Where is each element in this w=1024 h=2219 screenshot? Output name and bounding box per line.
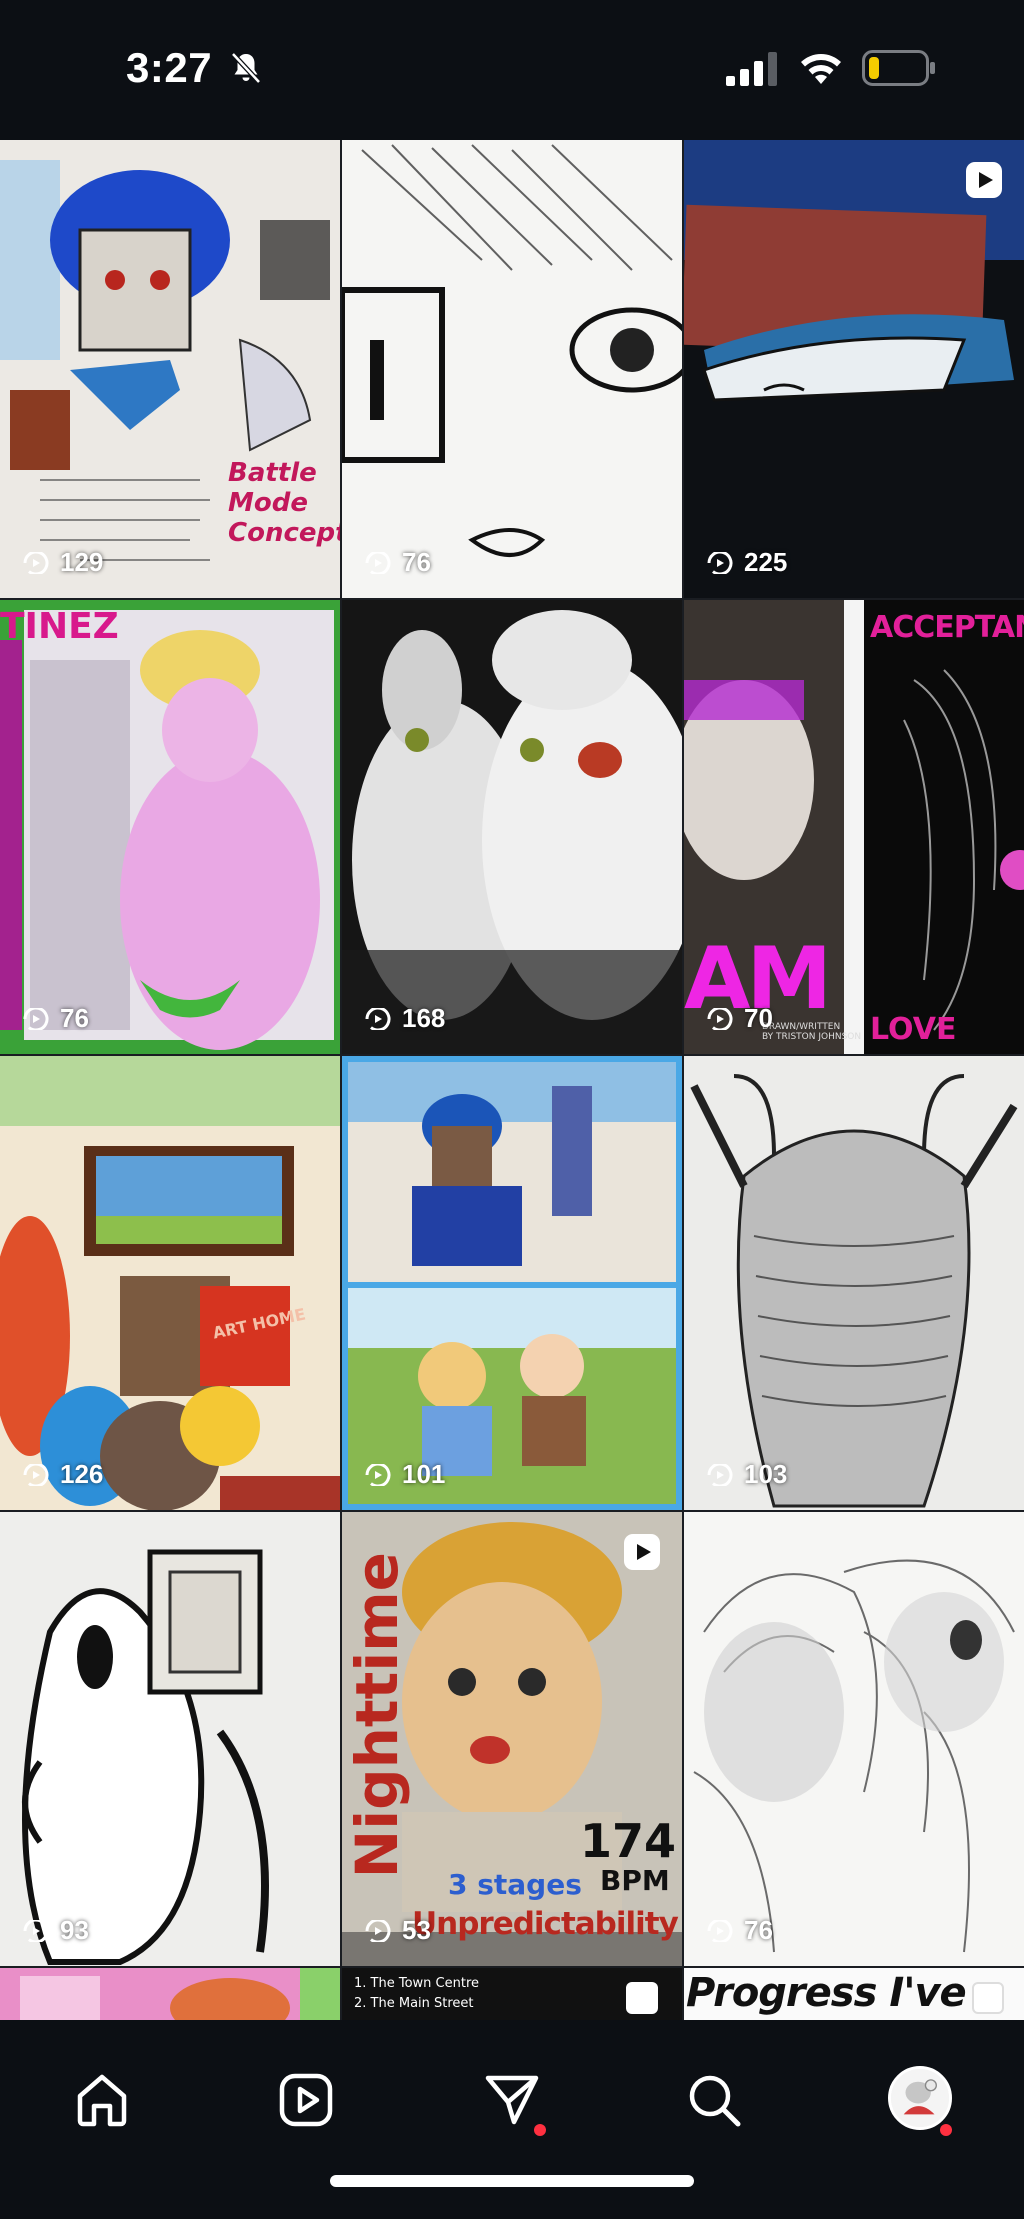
grid-post-15[interactable]: Progress I've xyxy=(684,1968,1024,2020)
reels-icon[interactable] xyxy=(274,2068,338,2132)
view-count: 126 xyxy=(22,1459,103,1490)
grid-post-11[interactable]: Nighttime 174 BPM 3 stages Unpredictabil… xyxy=(342,1512,682,1966)
view-count: 76 xyxy=(22,1003,89,1034)
grid-post-12[interactable]: 76 xyxy=(684,1512,1024,1966)
grid-post-2[interactable]: 76 xyxy=(342,140,682,598)
grid-post-3[interactable]: 225 xyxy=(684,140,1024,598)
view-count-label: 76 xyxy=(402,547,431,577)
view-count-label: 168 xyxy=(402,1003,446,1033)
post-11-stages: 3 stages xyxy=(448,1868,582,1901)
post-6-credit-line-2: BY TRISTON JOHNSON xyxy=(762,1032,862,1042)
post-10-artwork xyxy=(0,1512,340,1966)
post-4-title: TINEZ xyxy=(0,606,119,647)
view-count-label: 129 xyxy=(60,547,104,577)
play-count-icon xyxy=(365,1007,391,1030)
messages-notification-dot xyxy=(534,2124,546,2136)
reel-icon xyxy=(624,1534,660,1570)
play-count-icon xyxy=(707,1007,733,1030)
grid-post-4[interactable]: TINEZ 76 xyxy=(0,600,340,1054)
view-count-label: 53 xyxy=(402,1915,431,1945)
post-2-artwork xyxy=(342,140,682,598)
grid-post-5[interactable]: 168 xyxy=(342,600,682,1054)
home-indicator[interactable] xyxy=(330,2175,694,2187)
view-count: 168 xyxy=(364,1003,445,1034)
post-grid: Battle Mode Concept 129 76 225 TINEZ 76 … xyxy=(0,140,1024,2020)
view-count-label: 70 xyxy=(744,1003,773,1033)
reel-icon xyxy=(966,162,1002,198)
view-count-label: 103 xyxy=(744,1459,788,1489)
view-count: 76 xyxy=(706,1915,773,1946)
grid-post-9[interactable]: 103 xyxy=(684,1056,1024,1510)
view-count-label: 93 xyxy=(60,1915,89,1945)
post-14-list-item-2: 2. The Main Street xyxy=(354,1996,474,2011)
grid-post-10[interactable]: 93 xyxy=(0,1512,340,1966)
avatar-image xyxy=(891,2069,949,2127)
signal-icon xyxy=(726,52,777,86)
post-3-artwork xyxy=(684,140,1024,598)
play-count-icon xyxy=(365,1919,391,1942)
play-count-icon xyxy=(23,1463,49,1486)
post-5-artwork xyxy=(342,600,682,1054)
play-count-icon xyxy=(365,551,391,574)
play-count-icon xyxy=(707,551,733,574)
post-4-artwork xyxy=(0,600,340,1054)
view-count: 70 xyxy=(706,1003,773,1034)
view-count-label: 101 xyxy=(402,1459,446,1489)
status-time: 3:27 xyxy=(126,44,213,91)
play-count-icon xyxy=(365,1463,391,1486)
profile-avatar[interactable] xyxy=(888,2066,952,2130)
view-count: 93 xyxy=(22,1915,89,1946)
view-count: 76 xyxy=(364,547,431,578)
view-count: 53 xyxy=(364,1915,431,1946)
reel-icon xyxy=(626,1982,658,2014)
post-11-tempo-unit: BPM xyxy=(600,1864,670,1897)
post-11-vertical-title: Nighttime xyxy=(343,1552,411,1879)
search-icon[interactable] xyxy=(682,2068,746,2132)
home-icon[interactable] xyxy=(70,2068,134,2132)
bottom-navigation xyxy=(0,2020,1024,2219)
post-11-subtitle: Unpredictability xyxy=(412,1906,679,1942)
post-15-title: Progress I've xyxy=(686,1970,967,2016)
view-count: 225 xyxy=(706,547,787,578)
profile-notification-dot xyxy=(940,2124,952,2136)
grid-post-7[interactable]: ART HOME 126 xyxy=(0,1056,340,1510)
post-6-credit-line-1: DRAWN/WRITTEN xyxy=(762,1022,841,1032)
view-count: 103 xyxy=(706,1459,787,1490)
battery-icon xyxy=(862,50,935,86)
post-8-artwork xyxy=(342,1056,682,1510)
reel-icon xyxy=(972,1982,1004,2014)
view-count-label: 225 xyxy=(744,547,788,577)
post-6-footer: LOVE xyxy=(870,1012,957,1047)
post-1-title-line-3: Concept xyxy=(228,518,340,548)
grid-post-8[interactable]: 101 xyxy=(342,1056,682,1510)
play-count-icon xyxy=(23,551,49,574)
play-count-icon xyxy=(707,1919,733,1942)
play-count-icon xyxy=(23,1007,49,1030)
messages-icon[interactable] xyxy=(480,2068,544,2132)
bell-slash-icon xyxy=(231,52,261,84)
view-count: 129 xyxy=(22,547,103,578)
grid-post-14[interactable]: 1. The Town Centre 2. The Main Street xyxy=(342,1968,682,2020)
play-count-icon xyxy=(23,1919,49,1942)
grid-post-13[interactable] xyxy=(0,1968,340,2020)
view-count: 101 xyxy=(364,1459,445,1490)
post-1-title-line-2: Mode xyxy=(228,488,308,518)
post-7-artwork xyxy=(0,1056,340,1510)
wifi-icon xyxy=(801,54,841,84)
post-1-title-line-1: Battle xyxy=(228,458,317,488)
grid-post-1[interactable]: Battle Mode Concept 129 xyxy=(0,140,340,598)
status-bar: 3:27 xyxy=(0,0,1024,140)
post-9-artwork xyxy=(684,1056,1024,1510)
play-count-icon xyxy=(707,1463,733,1486)
grid-post-6[interactable]: ACCEPTANCE AM DRAWN/WRITTEN BY TRISTON J… xyxy=(684,600,1024,1054)
post-12-artwork xyxy=(684,1512,1024,1966)
view-count-label: 76 xyxy=(60,1003,89,1033)
view-count-label: 126 xyxy=(60,1459,104,1489)
view-count-label: 76 xyxy=(744,1915,773,1945)
post-14-list-item-1: 1. The Town Centre xyxy=(354,1976,480,1991)
post-6-title: ACCEPTANCE xyxy=(870,610,1024,645)
post-13-artwork xyxy=(0,1968,340,2020)
post-11-tempo: 174 xyxy=(580,1814,677,1868)
